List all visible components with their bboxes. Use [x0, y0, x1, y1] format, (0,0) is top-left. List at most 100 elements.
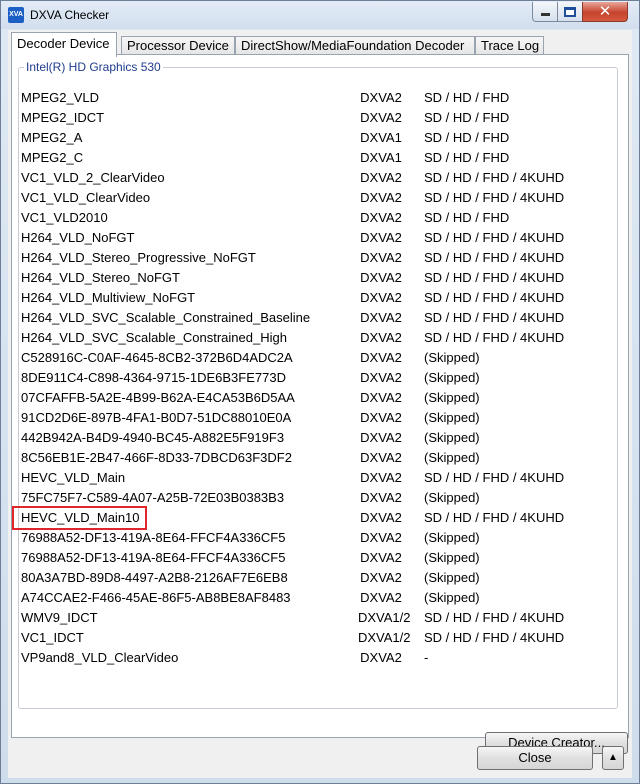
decoder-name: WMV9_IDCT [21, 610, 98, 625]
decoder-row[interactable]: WMV9_IDCT DXVA1/2 SD / HD / FHD / 4KUHD [21, 608, 617, 628]
decoder-api: DXVA2 [360, 530, 402, 545]
decoder-api: DXVA2 [360, 90, 402, 105]
decoder-row[interactable]: 76988A52-DF13-419A-8E64-FFCF4A336CF5 DXVA… [21, 528, 617, 548]
decoder-api: DXVA2 [360, 590, 402, 605]
decoder-name: MPEG2_VLD [21, 90, 100, 105]
decoder-resolutions: SD / HD / FHD [424, 210, 510, 225]
decoder-row[interactable]: H264_VLD_SVC_Scalable_Constrained_High DX… [21, 328, 617, 348]
decoder-name: 76988A52-DF13-419A-8E64-FFCF4A336CF5 [21, 550, 286, 565]
decoder-api: DXVA2 [360, 510, 402, 525]
maximize-icon [564, 6, 576, 17]
decoder-api: DXVA2 [360, 250, 402, 265]
decoder-api: DXVA2 [360, 450, 402, 465]
decoder-api: DXVA2 [360, 210, 402, 225]
decoder-row[interactable]: H264_VLD_SVC_Scalable_Constrained_Baseli… [21, 308, 617, 328]
decoder-api: DXVA2 [360, 490, 402, 505]
decoder-resolutions: (Skipped) [424, 390, 480, 405]
decoder-name: VC1_IDCT [21, 630, 84, 645]
decoder-name: 75FC75F7-C589-4A07-A25B-72E03B0383B3 [21, 490, 285, 505]
title-bar[interactable]: XVA DXVA Checker ✕ [1, 1, 639, 29]
decoder-row[interactable]: MPEG2_A DXVA1 SD / HD / FHD [21, 128, 617, 148]
tab-directshow-mediafoundation-decoder[interactable]: DirectShow/MediaFoundation Decoder [235, 36, 475, 56]
decoder-resolutions: (Skipped) [424, 450, 480, 465]
tab-trace-log[interactable]: Trace Log [475, 36, 544, 56]
decoder-resolutions: (Skipped) [424, 430, 480, 445]
decoder-row[interactable]: VC1_VLD_ClearVideo DXVA2 SD / HD / FHD / 4… [21, 188, 617, 208]
decoder-name: 442B942A-B4D9-4940-BC45-A882E5F919F3 [21, 430, 285, 445]
window-title: DXVA Checker [30, 8, 110, 22]
collapse-up-button[interactable]: ▲ [602, 746, 624, 770]
decoder-row[interactable]: VP9and8_VLD_ClearVideo DXVA2 - [21, 648, 617, 668]
decoder-device-panel: Intel(R) HD Graphics 530 MPEG2_VLD DXVA2 S… [11, 54, 629, 754]
decoder-resolutions: SD / HD / FHD / 4KUHD [424, 310, 565, 325]
decoder-name: VC1_VLD_2_ClearVideo [21, 170, 165, 185]
decoder-name: H264_VLD_Multiview_NoFGT [21, 290, 196, 305]
decoder-resolutions: SD / HD / FHD / 4KUHD [424, 630, 565, 645]
decoder-row[interactable]: 75FC75F7-C589-4A07-A25B-72E03B0383B3 DXVA… [21, 488, 617, 508]
decoder-api: DXVA2 [360, 430, 402, 445]
decoder-resolutions: SD / HD / FHD / 4KUHD [424, 330, 565, 345]
minimize-button[interactable] [532, 2, 558, 22]
decoder-resolutions: (Skipped) [424, 350, 480, 365]
tab-processor-device[interactable]: Processor Device [121, 36, 235, 56]
close-button[interactable]: Close [477, 746, 593, 770]
decoder-row[interactable]: 91CD2D6E-897B-4FA1-B0D7-51DC88010E0A DXVA… [21, 408, 617, 428]
decoder-name: 91CD2D6E-897B-4FA1-B0D7-51DC88010E0A [21, 410, 292, 425]
decoder-name: VC1_VLD_ClearVideo [21, 190, 151, 205]
decoder-resolutions: SD / HD / FHD / 4KUHD [424, 270, 565, 285]
decoder-name: HEVC_VLD_Main [21, 470, 126, 485]
decoder-row[interactable]: H264_VLD_NoFGT DXVA2 SD / HD / FHD / 4KUHD [21, 228, 617, 248]
decoder-row[interactable]: VC1_VLD2010 DXVA2 SD / HD / FHD [21, 208, 617, 228]
decoder-name: 80A3A7BD-89D8-4497-A2B8-2126AF7E6EB8 [21, 570, 288, 585]
decoder-name: H264_VLD_Stereo_NoFGT [21, 270, 180, 285]
decoder-api: DXVA2 [360, 310, 402, 325]
decoder-api: DXVA2 [360, 570, 402, 585]
decoder-row[interactable]: C528916C-C0AF-4645-8CB2-372B6D4ADC2A DXVA… [21, 348, 617, 368]
decoder-name: VC1_VLD2010 [21, 210, 108, 225]
tab-decoder-device[interactable]: Decoder Device [11, 32, 117, 57]
decoder-row[interactable]: 8DE911C4-C898-4364-9715-1DE6B3FE773D DXVA… [21, 368, 617, 388]
decoder-name: MPEG2_A [21, 130, 83, 145]
triangle-up-icon: ▲ [608, 752, 618, 763]
decoder-row[interactable]: H264_VLD_Stereo_Progressive_NoFGT DXVA2 SD… [21, 248, 617, 268]
close-icon: ✕ [598, 3, 612, 20]
decoder-resolutions: SD / HD / FHD / 4KUHD [424, 230, 565, 245]
decoder-api: DXVA1/2 [358, 630, 411, 645]
decoder-name: H264_VLD_SVC_Scalable_Constrained_Baseli… [21, 310, 311, 325]
decoder-name: H264_VLD_SVC_Scalable_Constrained_High [21, 330, 287, 345]
decoder-row[interactable]: MPEG2_IDCT DXVA2 SD / HD / FHD [21, 108, 617, 128]
decoder-api: DXVA2 [360, 290, 402, 305]
decoder-row[interactable]: H264_VLD_Multiview_NoFGT DXVA2 SD / HD / F… [21, 288, 617, 308]
app-icon: XVA [8, 7, 24, 23]
decoder-row[interactable]: HEVC_VLD_Main10 DXVA2 SD / HD / FHD / 4KUH… [12, 506, 617, 530]
decoder-api: DXVA1 [360, 130, 402, 145]
decoder-row[interactable]: 76988A52-DF13-419A-8E64-FFCF4A336CF5 DXVA… [21, 548, 617, 568]
decoder-row[interactable]: MPEG2_C DXVA1 SD / HD / FHD [21, 148, 617, 168]
maximize-button[interactable] [557, 2, 583, 22]
decoder-row[interactable]: A74CCAE2-F466-45AE-86F5-AB8BE8AF8483 DXVA… [21, 588, 617, 608]
decoder-row[interactable]: 80A3A7BD-89D8-4497-A2B8-2126AF7E6EB8 DXVA… [21, 568, 617, 588]
dxva-checker-window: XVA DXVA Checker ✕ Decoder Device Proces… [0, 0, 640, 784]
decoder-name: MPEG2_IDCT [21, 110, 105, 125]
decoder-resolutions: SD / HD / FHD / 4KUHD [424, 170, 565, 185]
decoder-name: 8DE911C4-C898-4364-9715-1DE6B3FE773D [21, 370, 286, 385]
decoder-row[interactable]: VC1_IDCT DXVA1/2 SD / HD / FHD / 4KUHD [21, 628, 617, 648]
decoder-resolutions: - [424, 650, 429, 665]
decoder-row[interactable]: 442B942A-B4D9-4940-BC45-A882E5F919F3 DXVA… [21, 428, 617, 448]
decoder-row[interactable]: MPEG2_VLD DXVA2 SD / HD / FHD [21, 88, 617, 108]
decoder-row[interactable]: H264_VLD_Stereo_NoFGT DXVA2 SD / HD / FHD … [21, 268, 617, 288]
decoder-resolutions: SD / HD / FHD [424, 150, 510, 165]
window-close-button[interactable]: ✕ [582, 2, 628, 22]
decoder-resolutions: SD / HD / FHD [424, 110, 510, 125]
decoder-resolutions: (Skipped) [424, 410, 480, 425]
decoder-api: DXVA2 [360, 270, 402, 285]
decoder-row[interactable]: HEVC_VLD_Main DXVA2 SD / HD / FHD / 4KUHD [21, 468, 617, 488]
decoder-resolutions: SD / HD / FHD / 4KUHD [424, 610, 565, 625]
decoder-row[interactable]: 8C56EB1E-2B47-466F-8D33-7DBCD63F3DF2 DXVA… [21, 448, 617, 468]
decoder-resolutions: SD / HD / FHD / 4KUHD [424, 510, 565, 525]
decoder-row[interactable]: 07CFAFFB-5A2E-4B99-B62A-E4CA53B6D5AA DXVA… [21, 388, 617, 408]
decoder-resolutions: (Skipped) [424, 370, 480, 385]
decoder-api: DXVA2 [360, 190, 402, 205]
decoder-name: 07CFAFFB-5A2E-4B99-B62A-E4CA53B6D5AA [21, 390, 295, 405]
decoder-row[interactable]: VC1_VLD_2_ClearVideo DXVA2 SD / HD / FHD /… [21, 168, 617, 188]
